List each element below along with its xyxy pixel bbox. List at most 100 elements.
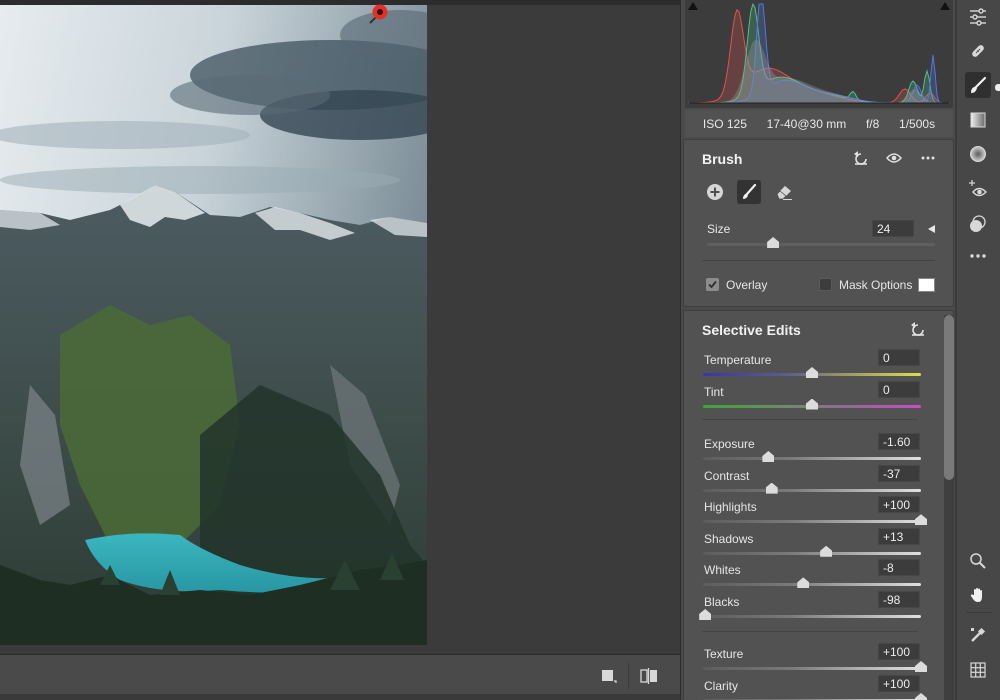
contrast-slider[interactable] bbox=[703, 482, 921, 495]
exposure-value-field[interactable]: -1.60 bbox=[878, 433, 920, 450]
overlay-checkbox[interactable] bbox=[706, 278, 719, 291]
blacks-slider-track bbox=[703, 615, 921, 618]
snapshots-icon bbox=[970, 215, 986, 232]
temperature-label: Temperature bbox=[704, 353, 772, 367]
shadow-clipping-toggle[interactable] bbox=[687, 0, 699, 12]
selective-edits-reset-button[interactable] bbox=[909, 320, 927, 338]
tool-grid[interactable] bbox=[965, 657, 991, 683]
texture-slider[interactable] bbox=[703, 661, 927, 673]
edit-panel: ISO 125 17-40@30 mm f/8 1/500s Brush Siz… bbox=[680, 0, 955, 700]
size-value-field[interactable]: 24 bbox=[872, 220, 914, 237]
brush-reset-button[interactable] bbox=[852, 149, 870, 167]
panel-scrollbar-thumb[interactable] bbox=[944, 315, 954, 480]
size-slider-thumb[interactable] bbox=[767, 237, 780, 248]
brush-erase-mode[interactable] bbox=[772, 180, 796, 204]
exposure-slider-track bbox=[703, 457, 921, 460]
highlight-clipping-icon bbox=[940, 2, 950, 10]
triangle-left-icon bbox=[928, 225, 935, 233]
tint-slider[interactable] bbox=[703, 398, 921, 411]
shadows-slider-thumb[interactable] bbox=[820, 545, 833, 557]
tool-zoom[interactable] bbox=[965, 548, 991, 574]
contrast-value-field[interactable]: -37 bbox=[878, 464, 920, 482]
highlights-value-field[interactable]: +100 bbox=[878, 496, 920, 514]
size-slider[interactable] bbox=[707, 237, 935, 249]
tool-edit[interactable] bbox=[965, 4, 991, 30]
exposure-slider-thumb[interactable] bbox=[762, 451, 775, 462]
highlights-slider-thumb[interactable] bbox=[915, 514, 927, 526]
highlights-slider-track bbox=[703, 520, 921, 524]
brush-more-button[interactable] bbox=[919, 149, 937, 167]
tint-value-field[interactable]: 0 bbox=[878, 380, 920, 398]
temperature-slider[interactable] bbox=[703, 367, 921, 379]
bandage-icon bbox=[972, 45, 984, 57]
whites-label: Whites bbox=[704, 563, 741, 578]
mask-options-checkbox[interactable] bbox=[819, 278, 832, 291]
square-crop-icon bbox=[602, 670, 617, 683]
toolbar-divider bbox=[966, 612, 992, 613]
panel-scrollbar[interactable] bbox=[944, 315, 954, 700]
tools-toolbar bbox=[956, 0, 1000, 700]
brush-add-mode[interactable] bbox=[703, 180, 727, 204]
sliders-icon bbox=[970, 8, 986, 26]
temperature-value-field[interactable]: 0 bbox=[878, 349, 920, 366]
tool-adjustment-brush[interactable] bbox=[965, 72, 991, 98]
whites-slider-track bbox=[703, 583, 921, 587]
highlights-slider[interactable] bbox=[703, 514, 927, 526]
tint-label: Tint bbox=[704, 384, 724, 399]
tool-spot-removal[interactable] bbox=[965, 38, 991, 64]
size-slider-track bbox=[707, 243, 935, 246]
highlight-clipping-toggle[interactable] bbox=[939, 0, 951, 12]
blacks-value-field[interactable]: -98 bbox=[878, 591, 920, 608]
blacks-slider[interactable] bbox=[699, 609, 921, 621]
exposure-slider[interactable] bbox=[703, 451, 921, 463]
grid-icon bbox=[970, 662, 986, 678]
mask-options-label: Mask Options bbox=[839, 278, 913, 292]
size-expand-button[interactable] bbox=[923, 220, 941, 238]
brush-section: Brush Size 24 Overlay Mask Options bbox=[683, 139, 954, 307]
tool-color-sampler[interactable] bbox=[965, 622, 991, 648]
mask-color-swatch[interactable] bbox=[918, 278, 935, 292]
selective-edits-divider bbox=[702, 419, 918, 420]
texture-value-field[interactable]: +100 bbox=[878, 643, 920, 660]
before-after-button[interactable] bbox=[636, 665, 662, 687]
exif-aperture: f/8 bbox=[865, 116, 880, 131]
whites-slider[interactable] bbox=[703, 577, 921, 589]
shadows-value-field[interactable]: +13 bbox=[878, 527, 920, 545]
exif-lens: 17-40@30 mm bbox=[766, 116, 847, 131]
contrast-slider-thumb[interactable] bbox=[765, 482, 778, 494]
add-circle-icon bbox=[707, 184, 723, 200]
shadows-slider[interactable] bbox=[703, 545, 921, 558]
radial-filter-icon bbox=[970, 146, 986, 162]
clarity-label: Clarity bbox=[704, 679, 739, 693]
clarity-slider-thumb[interactable] bbox=[915, 693, 927, 700]
texture-slider-thumb[interactable] bbox=[915, 661, 927, 672]
temperature-slider-thumb[interactable] bbox=[806, 367, 818, 378]
photo-preview[interactable] bbox=[0, 5, 427, 645]
whites-value-field[interactable]: -8 bbox=[878, 559, 920, 577]
tool-snapshots[interactable] bbox=[965, 211, 991, 237]
tool-graduated-filter[interactable] bbox=[965, 107, 991, 133]
blacks-slider-thumb[interactable] bbox=[699, 609, 712, 620]
selective-edits-divider bbox=[702, 631, 918, 632]
crop-toggle-button[interactable] bbox=[596, 665, 622, 687]
brush-visibility-button[interactable] bbox=[885, 149, 903, 167]
exif-info-bar: ISO 125 17-40@30 mm f/8 1/500s bbox=[685, 110, 953, 137]
more-options-icon bbox=[921, 156, 935, 160]
whites-slider-thumb[interactable] bbox=[797, 577, 810, 589]
shadows-slider-track bbox=[703, 551, 921, 555]
histogram bbox=[685, 0, 953, 108]
tool-radial-filter[interactable] bbox=[965, 141, 991, 167]
color-sampler-pin[interactable] bbox=[366, 3, 392, 27]
tool-more[interactable] bbox=[965, 243, 991, 269]
camera-raw-window: ISO 125 17-40@30 mm f/8 1/500s Brush Siz… bbox=[0, 0, 1000, 700]
brush-title: Brush bbox=[702, 151, 743, 167]
tint-slider-thumb[interactable] bbox=[806, 398, 818, 410]
exposure-label: Exposure bbox=[704, 437, 755, 451]
tool-hand[interactable] bbox=[965, 582, 991, 608]
clarity-value-field[interactable]: +100 bbox=[878, 675, 920, 692]
tool-red-eye[interactable] bbox=[965, 176, 991, 202]
exif-iso: ISO 125 bbox=[702, 116, 747, 131]
brush-paint-mode[interactable] bbox=[737, 180, 761, 204]
clarity-slider[interactable] bbox=[703, 693, 927, 700]
eraser-icon bbox=[776, 186, 792, 200]
